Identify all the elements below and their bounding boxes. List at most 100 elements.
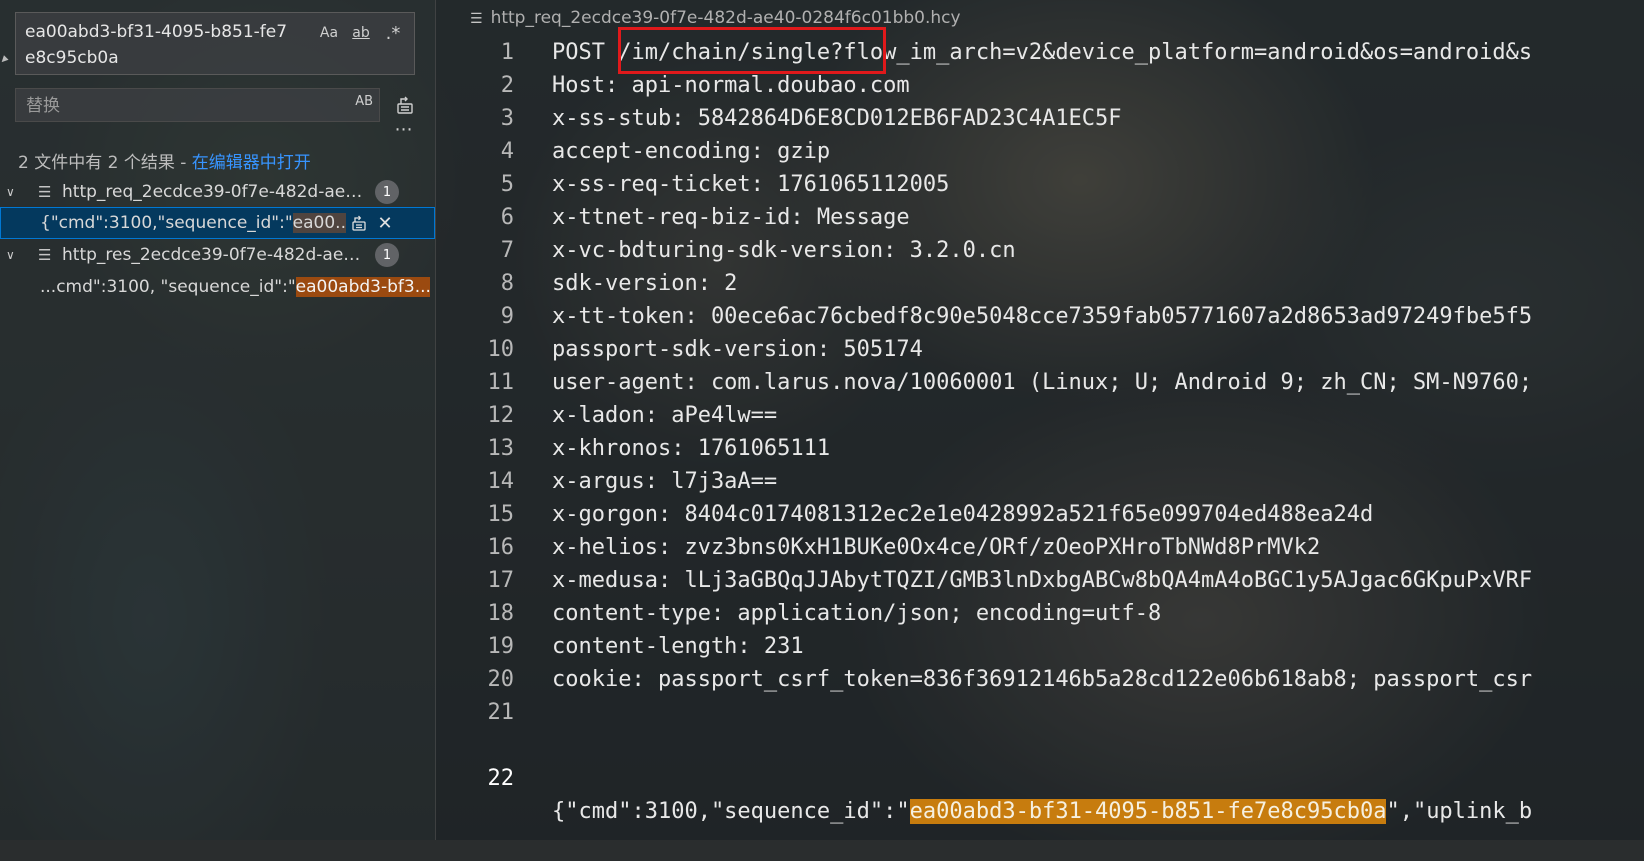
search-panel: ▾ ea00abd3-bf31-4095-b851-fe7e8c95cb0a A… — [0, 0, 436, 840]
line-number: 18 — [487, 601, 515, 626]
line-number: 9 — [500, 304, 514, 329]
line-number: 17 — [487, 568, 515, 593]
code-line[interactable]: 12 x-ladon: aPe4lw== — [436, 399, 1644, 432]
line-number: 13 — [487, 436, 515, 461]
line-text[interactable]: x-ladon: aPe4lw== — [552, 399, 777, 432]
code-line[interactable]: 19 content-length: 231 — [436, 630, 1644, 663]
code-line[interactable]: 6 x-ttnet-req-biz-id: Message — [436, 201, 1644, 234]
line-number: 16 — [487, 535, 515, 560]
match-case-icon[interactable]: Aa — [316, 21, 342, 45]
result-match-text: ...cmd":3100, "sequence_id":"ea00abd3-bf… — [40, 277, 430, 297]
search-match-highlight: ea00abd3-bf31-4095-b851-fe7e8c95cb0a — [909, 799, 1387, 824]
code-line[interactable]: 15 x-gorgon: 8404c0174081312ec2e1e0428992… — [436, 498, 1644, 531]
line-text[interactable]: content-length: 231 — [552, 630, 804, 663]
line-number: 1 — [500, 40, 514, 65]
preserve-case-icon[interactable]: AB — [355, 94, 373, 109]
match-prefix: ...cmd":3100, "sequence_id":" — [40, 277, 296, 297]
whole-word-icon[interactable]: ab — [348, 21, 374, 45]
line-number: 22 — [487, 766, 515, 791]
search-input-box[interactable]: ea00abd3-bf31-4095-b851-fe7e8c95cb0a Aa … — [15, 12, 415, 75]
line-text-before: {"cmd":3100,"sequence_id":" — [552, 799, 910, 824]
line-number: 12 — [487, 403, 515, 428]
line-number: 21 — [487, 700, 515, 725]
line-number: 15 — [487, 502, 515, 527]
line-text[interactable]: x-vc-bdturing-sdk-version: 3.2.0.cn — [552, 234, 1016, 267]
match-highlight: ea00... — [292, 213, 346, 233]
code-line[interactable]: 3 x-ss-stub: 5842864D6E8CD012EB6FAD23C4A1… — [436, 102, 1644, 135]
line-text[interactable]: {"cmd":3100,"sequence_id":"ea00abd3-bf31… — [552, 795, 1532, 828]
line-text[interactable]: x-ss-stub: 5842864D6E8CD012EB6FAD23C4A1E… — [552, 102, 1122, 135]
line-text[interactable]: x-gorgon: 8404c0174081312ec2e1e0428992a5… — [552, 498, 1373, 531]
line-text[interactable]: x-ttnet-req-biz-id: Message — [552, 201, 910, 234]
search-input[interactable]: ea00abd3-bf31-4095-b851-fe7e8c95cb0a — [25, 19, 295, 71]
breadcrumb-file-name[interactable]: http_req_2ecdce39-0f7e-482d-ae40-0284f6c… — [491, 8, 961, 28]
line-text[interactable]: cookie: passport_csrf_token=836f36912146… — [552, 663, 1532, 696]
file-icon: ☰ — [38, 183, 52, 201]
code-line[interactable]: 17 x-medusa: lLj3aGBQqJJAbytTQZI/GMB3lnDx… — [436, 564, 1644, 597]
replace-input-box[interactable]: AB — [15, 88, 380, 122]
result-count-badge: 1 — [375, 180, 399, 204]
code-line[interactable]: 5 x-ss-req-ticket: 1761065112005 — [436, 168, 1644, 201]
line-text[interactable]: user-agent: com.larus.nova/10060001 (Lin… — [552, 366, 1532, 399]
line-number: 2 — [500, 73, 514, 98]
line-number: 14 — [487, 469, 515, 494]
line-text[interactable]: content-type: application/json; encoding… — [552, 597, 1161, 630]
result-file-item[interactable]: ∨ ☰ http_req_2ecdce39-0f7e-482d-ae40... … — [0, 176, 435, 208]
line-number: 3 — [500, 106, 514, 131]
line-number: 8 — [500, 271, 514, 296]
result-file-name: http_res_2ecdce39-0f7e-482d-ae40... — [62, 245, 367, 265]
chevron-down-icon[interactable]: ∨ — [6, 185, 22, 199]
code-line[interactable]: 16 x-helios: zvz3bns0KxH1BUKe0Ox4ce/ORf/z… — [436, 531, 1644, 564]
code-line-current[interactable]: 22 {"cmd":3100,"sequence_id":"ea00abd3-b… — [436, 729, 1644, 824]
line-text[interactable]: accept-encoding: gzip — [552, 135, 830, 168]
result-file-item[interactable]: ∨ ☰ http_res_2ecdce39-0f7e-482d-ae40... … — [0, 239, 435, 271]
line-number: 7 — [500, 238, 514, 263]
line-number: 4 — [500, 139, 514, 164]
line-text[interactable]: x-helios: zvz3bns0KxH1BUKe0Ox4ce/ORf/zOe… — [552, 531, 1320, 564]
line-text-after: ","uplink_b — [1386, 799, 1533, 824]
code-line[interactable]: 10 passport-sdk-version: 505174 — [436, 333, 1644, 366]
line-text[interactable]: x-tt-token: 00ece6ac76cbedf8c90e5048cce7… — [552, 300, 1532, 333]
line-text[interactable]: x-ss-req-ticket: 1761065112005 — [552, 168, 949, 201]
code-line[interactable]: 8 sdk-version: 2 — [436, 267, 1644, 300]
more-icon[interactable]: ⋯ — [390, 121, 418, 144]
line-number: 11 — [487, 370, 515, 395]
line-text[interactable]: sdk-version: 2 — [552, 267, 737, 300]
match-prefix: {"cmd":3100,"sequence_id":" — [40, 213, 293, 233]
line-text[interactable]: x-medusa: lLj3aGBQqJJAbytTQZI/GMB3lnDxbg… — [552, 564, 1532, 597]
line-text[interactable]: passport-sdk-version: 505174 — [552, 333, 923, 366]
result-match-item[interactable]: ...cmd":3100, "sequence_id":"ea00abd3-bf… — [0, 271, 435, 303]
code-line[interactable]: 18 content-type: application/json; encodi… — [436, 597, 1644, 630]
code-line[interactable]: 9 x-tt-token: 00ece6ac76cbedf8c90e5048cce… — [436, 300, 1644, 333]
chevron-down-icon[interactable]: ∨ — [6, 248, 22, 262]
match-highlight: ea00abd3-bf3... — [295, 277, 430, 297]
line-text[interactable]: x-khronos: 1761065111 — [552, 432, 830, 465]
result-file-name: http_req_2ecdce39-0f7e-482d-ae40... — [62, 182, 367, 202]
code-line[interactable]: 14 x-argus: l7j3aA== — [436, 465, 1644, 498]
replace-icon[interactable] — [346, 210, 372, 236]
code-line[interactable]: 13 x-khronos: 1761065111 — [436, 432, 1644, 465]
replace-all-icon[interactable] — [392, 92, 418, 118]
result-match-text: {"cmd":3100,"sequence_id":"ea00... — [40, 213, 346, 233]
search-options: Aa ab .* — [316, 21, 406, 45]
open-in-editor-link[interactable]: 在编辑器中打开 — [192, 153, 311, 173]
code-line[interactable]: 4 accept-encoding: gzip — [436, 135, 1644, 168]
code-line[interactable]: 7 x-vc-bdturing-sdk-version: 3.2.0.cn — [436, 234, 1644, 267]
code-line[interactable]: 11 user-agent: com.larus.nova/10060001 (L… — [436, 366, 1644, 399]
line-number: 19 — [487, 634, 515, 659]
editor-pane[interactable]: ☰ http_req_2ecdce39-0f7e-482d-ae40-0284f6… — [436, 0, 1644, 840]
results-count-text: 2 文件中有 2 个结果 - — [18, 153, 192, 173]
file-icon: ☰ — [470, 11, 483, 27]
replace-input[interactable] — [24, 93, 328, 119]
code-line[interactable]: 21 — [436, 696, 1644, 729]
line-number: 5 — [500, 172, 514, 197]
line-text[interactable]: x-argus: l7j3aA== — [552, 465, 777, 498]
code-line[interactable]: 20 cookie: passport_csrf_token=836f369121… — [436, 663, 1644, 696]
breadcrumb[interactable]: ☰ http_req_2ecdce39-0f7e-482d-ae40-0284f6… — [470, 8, 961, 28]
line-number: 10 — [487, 337, 515, 362]
result-match-item[interactable]: {"cmd":3100,"sequence_id":"ea00... ✕ — [0, 207, 435, 239]
close-icon[interactable]: ✕ — [372, 210, 398, 236]
line-number: 20 — [487, 667, 515, 692]
regex-icon[interactable]: .* — [380, 21, 406, 45]
file-icon: ☰ — [38, 246, 52, 264]
